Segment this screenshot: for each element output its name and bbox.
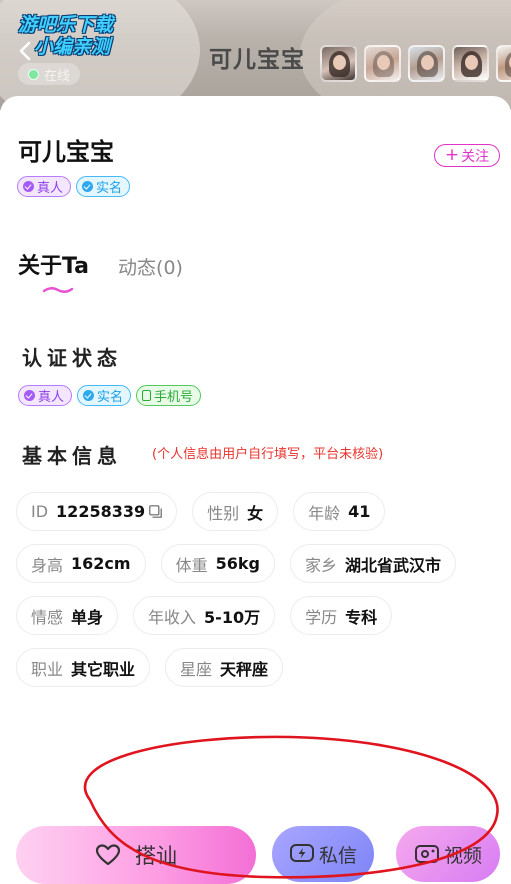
check-shield-icon [82,181,94,192]
info-key: 年龄 [308,503,341,523]
info-value: 41 [348,502,371,521]
watermark-line-2: 小编亲测 [34,36,111,58]
real-name-badge: 实名 [77,385,132,406]
info-value: 专科 [345,607,378,627]
info-chip-zodiac: 星座 天秤座 [165,648,284,687]
photo-thumbnail[interactable] [452,45,489,82]
info-chip-hometown: 家乡 湖北省武汉市 [289,544,456,583]
follow-button[interactable]: + 关注 [434,144,500,167]
header-title: 可儿宝宝 [209,47,305,73]
badge-label: 实名 [96,181,123,196]
lightning-message-icon [289,844,314,862]
info-value: 天秤座 [220,659,269,679]
back-arrow-icon[interactable] [15,40,37,62]
info-chip-occupation: 职业 其它职业 [16,648,151,687]
phone-icon [142,390,152,401]
profile-name: 可儿宝宝 [18,138,114,166]
verification-badges: 真人 实名 手机号 [18,385,206,406]
video-call-label: 视频 [443,844,482,867]
info-value: 其它职业 [71,659,136,679]
info-chip-age: 年龄 41 [293,492,386,531]
real-name-badge: 实名 [76,176,131,197]
basic-info-chips: ID 12258339 性别 女 年龄 41 身高 162cm 体重 56kg … [16,492,486,700]
watermark-line-1: 游吧乐下载 [18,14,114,36]
info-chip-income: 年收入 5-10万 [133,596,276,635]
private-message-button[interactable]: 私信 [272,826,374,882]
verification-title: 认证状态 [22,346,122,370]
info-chip-education: 学历 专科 [290,596,393,635]
info-value: 湖北省武汉市 [344,555,441,575]
info-chip-weight: 体重 56kg [160,544,275,583]
info-value: 162cm [71,554,131,573]
info-row: 情感 单身 年收入 5-10万 学历 专科 [16,596,486,635]
info-key: 学历 [305,607,338,627]
real-person-badge: 真人 [18,385,73,406]
basic-info-title: 基本信息 [22,444,122,468]
plus-icon: + [444,145,460,165]
online-dot-icon [28,68,39,80]
info-chip-id[interactable]: ID 12258339 [16,492,178,531]
info-chip-relationship: 情感 单身 [16,596,119,635]
info-row: ID 12258339 性别 女 年龄 41 [16,492,486,531]
check-shield-icon [83,390,95,401]
real-person-badge: 真人 [17,176,72,197]
info-key: 性别 [207,503,240,523]
info-key: 家乡 [304,555,337,575]
basic-info-disclaimer: (个人信息由用户自行填写，平台未核验) [152,447,384,462]
badge-label: 真人 [38,390,65,405]
info-value: 12258339 [56,502,146,521]
video-camera-icon [414,845,439,863]
profile-badges: 真人 实名 [17,176,135,197]
info-chip-gender: 性别 女 [192,492,279,531]
check-shield-icon [23,181,34,192]
chat-up-label: 搭讪 [135,844,177,868]
video-call-button[interactable]: 视频 [396,826,500,882]
photo-thumbnails [320,45,511,82]
heart-icon [95,844,121,866]
photo-thumbnail[interactable] [496,45,511,82]
check-shield-icon [24,390,35,401]
profile-card [0,96,511,881]
info-key: ID [31,502,49,521]
tab-about[interactable]: 关于Ta [18,248,89,280]
tab-moments[interactable]: 动态(0) [118,253,183,280]
badge-label: 实名 [97,390,124,405]
info-value: 女 [247,503,264,523]
badge-label: 真人 [37,181,64,196]
info-row: 职业 其它职业 星座 天秤座 [16,648,486,687]
profile-tabs: 关于Ta 动态(0) [18,248,183,280]
photo-thumbnail[interactable] [408,45,445,82]
info-key: 职业 [31,659,64,679]
info-row: 身高 162cm 体重 56kg 家乡 湖北省武汉市 [16,544,486,583]
photo-thumbnail[interactable] [364,45,401,82]
info-key: 年收入 [148,607,197,627]
photo-thumbnail[interactable] [320,45,357,82]
online-status-label: 在线 [44,68,71,84]
info-key: 体重 [175,555,208,575]
copy-icon[interactable] [149,505,162,518]
follow-label: 关注 [461,148,490,165]
info-value: 5-10万 [204,607,261,627]
tab-active-indicator [42,287,74,293]
phone-badge: 手机号 [136,385,202,406]
info-key: 身高 [31,555,64,575]
info-value: 单身 [71,607,104,627]
info-value: 56kg [215,554,260,573]
chat-up-button[interactable]: 搭讪 [16,826,256,884]
private-message-label: 私信 [318,844,357,867]
info-key: 星座 [180,659,213,679]
info-key: 情感 [31,607,64,627]
online-status: 在线 [18,63,81,85]
badge-label: 手机号 [154,390,194,405]
info-chip-height: 身高 162cm [16,544,146,583]
